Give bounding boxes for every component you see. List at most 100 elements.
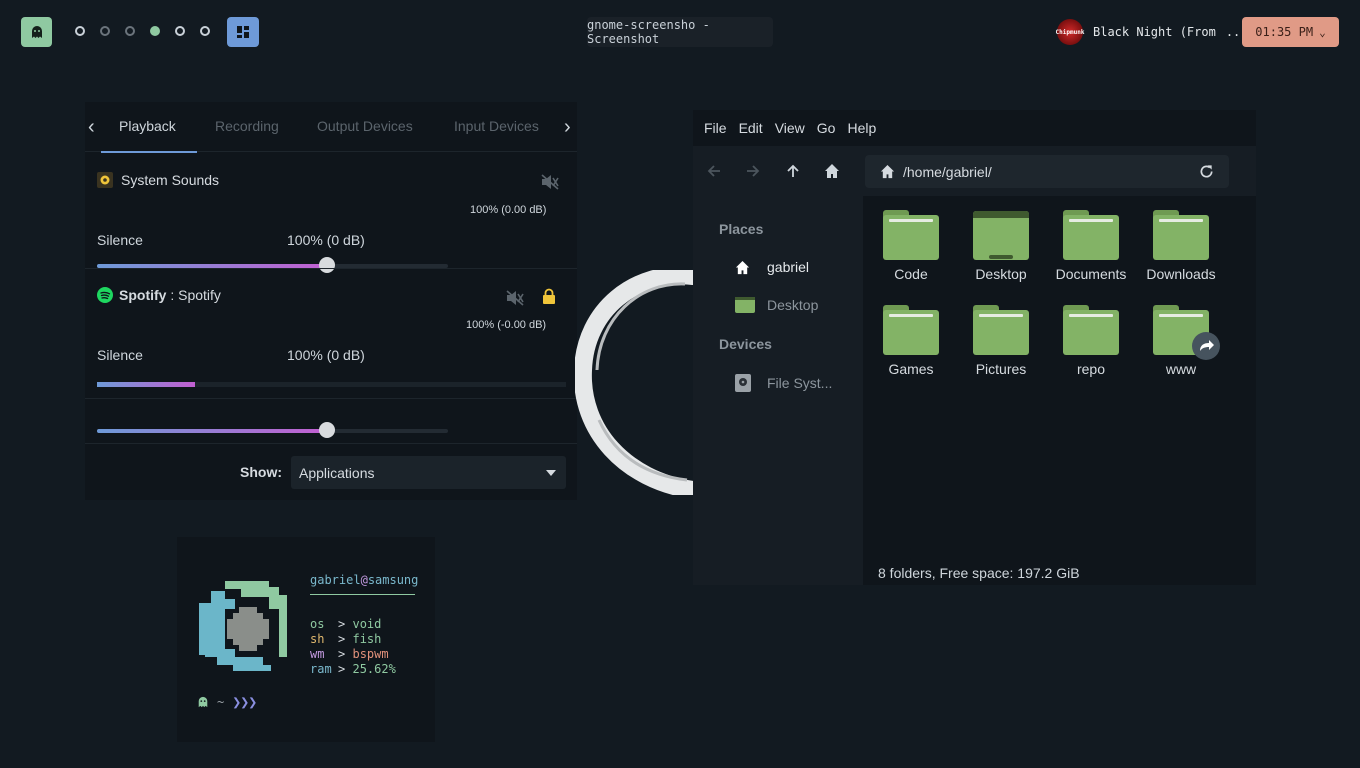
tab-playback[interactable]: Playback bbox=[119, 118, 176, 134]
fetch-row-sh: sh > fish bbox=[310, 632, 381, 646]
ghost-icon bbox=[31, 26, 42, 38]
sidebar-item-filesystem[interactable]: File Syst... bbox=[735, 374, 832, 392]
ghost-launcher-button[interactable] bbox=[21, 17, 52, 47]
up-arrow-icon[interactable] bbox=[785, 163, 801, 179]
show-dropdown-value: Applications bbox=[299, 465, 375, 481]
workspace-3-button[interactable] bbox=[125, 26, 135, 36]
sidebar-item-desktop[interactable]: Desktop bbox=[735, 297, 818, 313]
reload-icon[interactable] bbox=[1199, 164, 1214, 179]
album-art-text: Chipmunk bbox=[1055, 28, 1085, 36]
chevron-down-icon: ⌄ bbox=[1319, 25, 1326, 39]
folder-icon bbox=[1063, 210, 1119, 260]
folder-code[interactable]: Code bbox=[871, 210, 951, 282]
fetch-user-host: gabriel@samsung bbox=[310, 573, 418, 587]
menu-go[interactable]: Go bbox=[817, 120, 836, 136]
status-bar: 8 folders, Free space: 197.2 GiB bbox=[878, 565, 1080, 581]
show-label: Show: bbox=[240, 464, 282, 480]
folder-icon bbox=[1153, 305, 1220, 360]
layout-button[interactable] bbox=[227, 17, 259, 47]
active-window-title: gnome-screensho - Screenshot bbox=[587, 17, 773, 47]
volume-slider-fill bbox=[97, 429, 327, 433]
workspace-1-button[interactable] bbox=[75, 26, 85, 36]
tab-input-devices[interactable]: Input Devices bbox=[454, 118, 539, 134]
folder-www[interactable]: www bbox=[1141, 305, 1221, 377]
volume-readout: 100% (0.00 dB) bbox=[470, 204, 547, 216]
peak-meter-fill bbox=[97, 382, 196, 387]
menu-view[interactable]: View bbox=[775, 120, 805, 136]
workspace-6-button[interactable] bbox=[200, 26, 210, 36]
volume-readout: 100% (-0.00 dB) bbox=[466, 319, 547, 331]
void-linux-pixel-logo bbox=[199, 581, 287, 671]
speaker-app-icon bbox=[97, 172, 113, 188]
mute-icon[interactable] bbox=[541, 174, 559, 190]
workspace-5-button[interactable] bbox=[175, 26, 185, 36]
stream-title: Spotify : Spotify bbox=[97, 287, 221, 303]
tab-output-devices[interactable]: Output Devices bbox=[317, 118, 413, 134]
sidebar-item-gabriel[interactable]: gabriel bbox=[735, 259, 809, 275]
folder-label: Downloads bbox=[1146, 266, 1216, 282]
fetch-sep: > bbox=[338, 647, 346, 661]
folder-label: Desktop bbox=[975, 266, 1027, 282]
symlink-arrow-icon bbox=[1192, 332, 1220, 360]
menu-file[interactable]: File bbox=[704, 120, 727, 136]
folder-pictures[interactable]: Pictures bbox=[961, 305, 1041, 377]
brush-ring-wallpaper-logo bbox=[575, 270, 700, 495]
folder-label: repo bbox=[1076, 361, 1106, 377]
hundred-percent-label: 100% (0 dB) bbox=[287, 232, 365, 248]
hundred-percent-label: 100% (0 dB) bbox=[287, 347, 365, 363]
prompt-arrows: ❯❯❯ bbox=[232, 693, 257, 711]
folder-repo[interactable]: repo bbox=[1051, 305, 1131, 377]
album-art: Chipmunk bbox=[1055, 19, 1085, 45]
music-widget[interactable]: Chipmunk Black Night (From ... bbox=[1055, 17, 1248, 47]
back-arrow-icon[interactable] bbox=[706, 163, 722, 179]
fetch-sep: > bbox=[338, 632, 346, 646]
fetch-host: samsung bbox=[367, 573, 419, 587]
sysinfo-fetch-widget: gabriel@samsung os > void sh > fish wm > bs… bbox=[177, 537, 435, 742]
folder-label: Documents bbox=[1055, 266, 1127, 282]
folder-desktop[interactable]: Desktop bbox=[961, 210, 1041, 282]
volume-slider-handle[interactable] bbox=[318, 422, 335, 438]
divider bbox=[85, 443, 577, 444]
workspace-4-button[interactable] bbox=[150, 26, 160, 36]
fetch-at: @ bbox=[360, 573, 368, 587]
shell-prompt: ~ ❯❯❯ bbox=[197, 693, 257, 711]
menu-edit[interactable]: Edit bbox=[739, 120, 763, 136]
location-path: /home/gabriel/ bbox=[903, 163, 992, 180]
workspace-2-button[interactable] bbox=[100, 26, 110, 36]
chevron-left-icon[interactable]: ‹ bbox=[88, 116, 95, 139]
volume-control-window: ‹ Playback Recording Output Devices Inpu… bbox=[85, 102, 577, 500]
home-icon bbox=[880, 164, 895, 179]
fetch-value: bspwm bbox=[352, 647, 389, 661]
silence-label: Silence bbox=[97, 232, 143, 248]
volume-slider-handle[interactable] bbox=[318, 257, 335, 273]
music-track-title: Black Night (From bbox=[1093, 25, 1216, 39]
fetch-row-ram: ram > 25.62% bbox=[310, 662, 396, 676]
file-grid: Code Desktop Documents Downloads Games P… bbox=[863, 196, 1256, 585]
clock-button[interactable]: 01:35 PM ⌄ bbox=[1242, 17, 1339, 47]
silence-label: Silence bbox=[97, 347, 143, 363]
fetch-underline bbox=[310, 594, 415, 595]
fetch-value: fish bbox=[352, 632, 382, 646]
folder-icon bbox=[883, 210, 939, 260]
home-icon[interactable] bbox=[824, 163, 840, 179]
lock-icon[interactable] bbox=[542, 288, 556, 305]
folder-downloads[interactable]: Downloads bbox=[1141, 210, 1221, 282]
active-tab-indicator bbox=[101, 151, 197, 153]
tab-recording[interactable]: Recording bbox=[215, 118, 279, 134]
sidebar: Places gabriel Desktop Devices File Syst… bbox=[693, 196, 863, 585]
folder-games[interactable]: Games bbox=[871, 305, 951, 377]
folder-label: Code bbox=[894, 266, 928, 282]
fetch-sep: > bbox=[338, 662, 346, 676]
volume-slider[interactable] bbox=[97, 422, 448, 438]
places-header: Places bbox=[719, 221, 764, 237]
menu-help[interactable]: Help bbox=[847, 120, 876, 136]
show-dropdown[interactable]: Applications bbox=[291, 456, 566, 489]
tab-bar: ‹ Playback Recording Output Devices Inpu… bbox=[85, 102, 577, 153]
forward-arrow-icon[interactable] bbox=[745, 163, 761, 179]
sidebar-item-label: File Syst... bbox=[767, 375, 833, 391]
desktop-folder-icon bbox=[973, 210, 1029, 260]
folder-documents[interactable]: Documents bbox=[1051, 210, 1131, 282]
location-bar[interactable]: /home/gabriel/ bbox=[865, 155, 1229, 188]
chevron-right-icon[interactable]: › bbox=[564, 116, 571, 139]
mute-icon[interactable] bbox=[506, 290, 524, 306]
